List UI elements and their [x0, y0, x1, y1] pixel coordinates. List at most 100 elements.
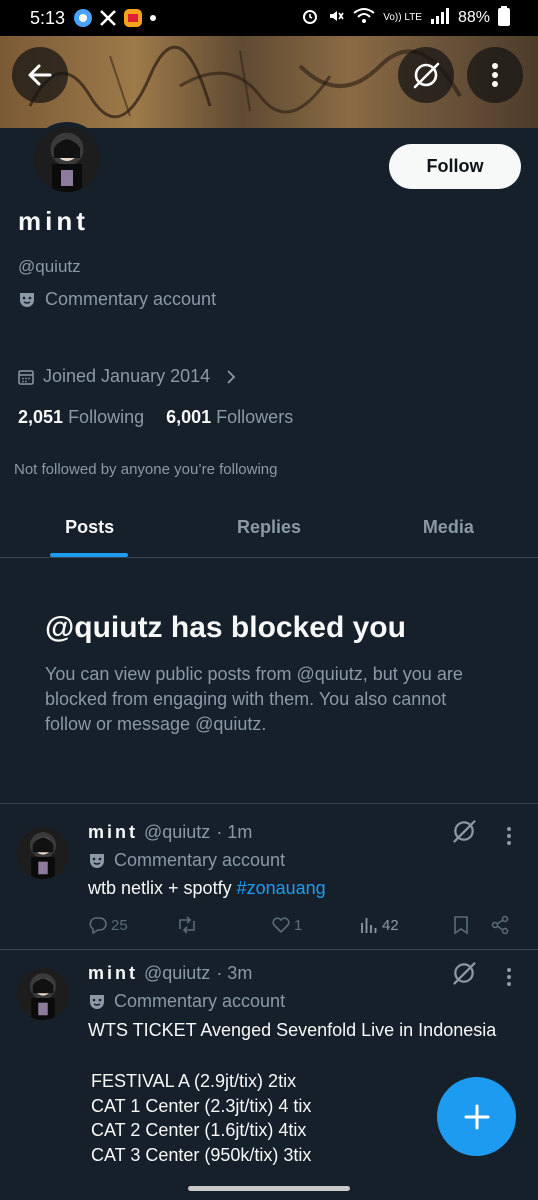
bookmark-button[interactable] [452, 915, 470, 935]
status-time: 5:13 [30, 7, 66, 28]
post-author-name[interactable]: mint [88, 963, 138, 984]
post-more-button[interactable] [506, 826, 512, 851]
reply-icon [89, 917, 107, 935]
compose-post-button[interactable] [437, 1077, 516, 1156]
calendar-icon [18, 369, 34, 385]
banner-image [28, 45, 462, 119]
blocked-title: @quiutz has blocked you [45, 611, 406, 644]
lte-indicator: Vo)) LTE [383, 12, 422, 23]
dot-icon [149, 14, 157, 22]
account-label: Commentary account [18, 289, 216, 310]
heart-icon [272, 917, 290, 934]
post-text-body: wtb netlix + spotfy [88, 878, 237, 898]
blocked-body: You can view public posts from @quiutz, … [45, 664, 463, 734]
kebab-icon [507, 968, 511, 986]
post-text-line: CAT 2 Center (1.6jt/tix) 4tix [91, 1120, 307, 1140]
post-account-label-text: Commentary account [114, 991, 286, 1011]
following-label: Following [68, 407, 145, 427]
post-header: mint @quiutz · 3m [88, 963, 252, 984]
x-app-icon [99, 9, 117, 27]
grok-icon [453, 820, 476, 843]
kebab-icon [492, 63, 498, 87]
battery-percent: 88% [457, 9, 490, 26]
followers-label: Followers [216, 407, 294, 427]
views-button[interactable]: 42 [359, 915, 399, 935]
gesture-nav-bar[interactable] [188, 1186, 350, 1191]
tab-posts[interactable]: Posts [0, 498, 179, 557]
bookmark-icon [454, 916, 468, 935]
app-notification-icon [123, 8, 143, 28]
follow-button[interactable]: Follow [389, 144, 521, 189]
back-button[interactable] [12, 47, 68, 103]
messenger-icon [73, 8, 93, 28]
theater-masks-icon [20, 292, 34, 307]
post-ticket-list: FESTIVAL A (2.9jt/tix) 2tix CAT 1 Center… [91, 1069, 311, 1167]
reply-count: 25 [111, 916, 128, 934]
mute-icon [327, 7, 345, 30]
status-right: Vo)) LTE 88% [301, 5, 510, 31]
follow-stats: 2,051 Following 6,001 Followers [18, 407, 293, 428]
post-grok-button[interactable] [451, 818, 477, 849]
post-header: mint @quiutz · 1m [88, 822, 252, 843]
grok-icon [453, 962, 476, 985]
joined-text: Joined January 2014 [43, 366, 211, 386]
profile-avatar[interactable] [30, 122, 104, 196]
post-hashtag[interactable]: #zonauang [237, 878, 326, 898]
post-time: · 3m [216, 963, 253, 983]
post-account-label: Commentary account [88, 850, 285, 871]
views-bar-chart-icon [361, 918, 377, 933]
post-account-label-text: Commentary account [114, 850, 286, 870]
chevron-right-icon [227, 369, 236, 384]
profile-tabs: Posts Replies Media [0, 498, 538, 558]
battery-icon [498, 5, 510, 31]
views-count: 42 [382, 916, 399, 934]
more-options-button[interactable] [467, 47, 523, 103]
arrow-left-icon [28, 64, 52, 86]
tab-media[interactable]: Media [359, 498, 538, 557]
following-count: 2,051 [18, 407, 64, 427]
post-actions: 25 1 42 [88, 913, 518, 939]
post-text-line: CAT 3 Center (950k/tix) 3tix [91, 1144, 312, 1165]
like-button[interactable]: 1 [271, 915, 302, 935]
alarm-icon [301, 7, 319, 30]
post-author-name[interactable]: mint [88, 822, 138, 843]
followers-stat[interactable]: 6,001 Followers [166, 407, 293, 428]
share-button[interactable] [490, 915, 510, 935]
grok-icon [413, 62, 440, 89]
wifi-icon [353, 7, 375, 30]
theater-masks-icon [90, 994, 104, 1009]
post-time: · 1m [216, 822, 253, 842]
status-bar: 5:13 Vo)) LTE 88% [0, 0, 538, 36]
following-stat[interactable]: 2,051 Following [18, 407, 144, 428]
post-text-line: WTS TICKET Avenged Sevenfold Live in Ind… [88, 1020, 497, 1040]
post-text: wtb netlix + spotfy #zonauang [88, 878, 326, 899]
grok-button[interactable] [398, 47, 454, 103]
share-icon [491, 915, 509, 935]
account-label-text: Commentary account [45, 289, 217, 309]
repost-icon [179, 916, 195, 934]
post-more-button[interactable] [506, 967, 512, 992]
reply-button[interactable]: 25 [88, 915, 128, 935]
repost-button[interactable] [176, 915, 198, 935]
signal-icon [430, 7, 450, 29]
post-account-label: Commentary account [88, 991, 285, 1012]
joined-date[interactable]: Joined January 2014 [18, 366, 237, 387]
post-text-line: FESTIVAL A (2.9jt/tix) 2tix [91, 1071, 297, 1091]
post-avatar[interactable] [17, 968, 69, 1020]
tab-replies[interactable]: Replies [179, 498, 358, 557]
kebab-icon [507, 827, 511, 845]
followers-count: 6,001 [166, 407, 212, 427]
theater-masks-icon [90, 853, 104, 868]
post-avatar[interactable] [17, 827, 69, 879]
like-count: 1 [294, 916, 303, 934]
post-author-handle: @quiutz [144, 963, 211, 983]
post-divider [0, 803, 538, 804]
plus-icon [464, 1104, 489, 1129]
display-name: mint [18, 206, 89, 236]
post-text-line: CAT 1 Center (2.3jt/tix) 4 tix [91, 1095, 312, 1116]
post-author-handle: @quiutz [144, 822, 211, 842]
not-followed-notice: Not followed by anyone you’re following [14, 461, 278, 478]
profile-handle: @quiutz [18, 257, 81, 276]
post-grok-button[interactable] [451, 960, 477, 991]
profile-banner [0, 36, 538, 128]
